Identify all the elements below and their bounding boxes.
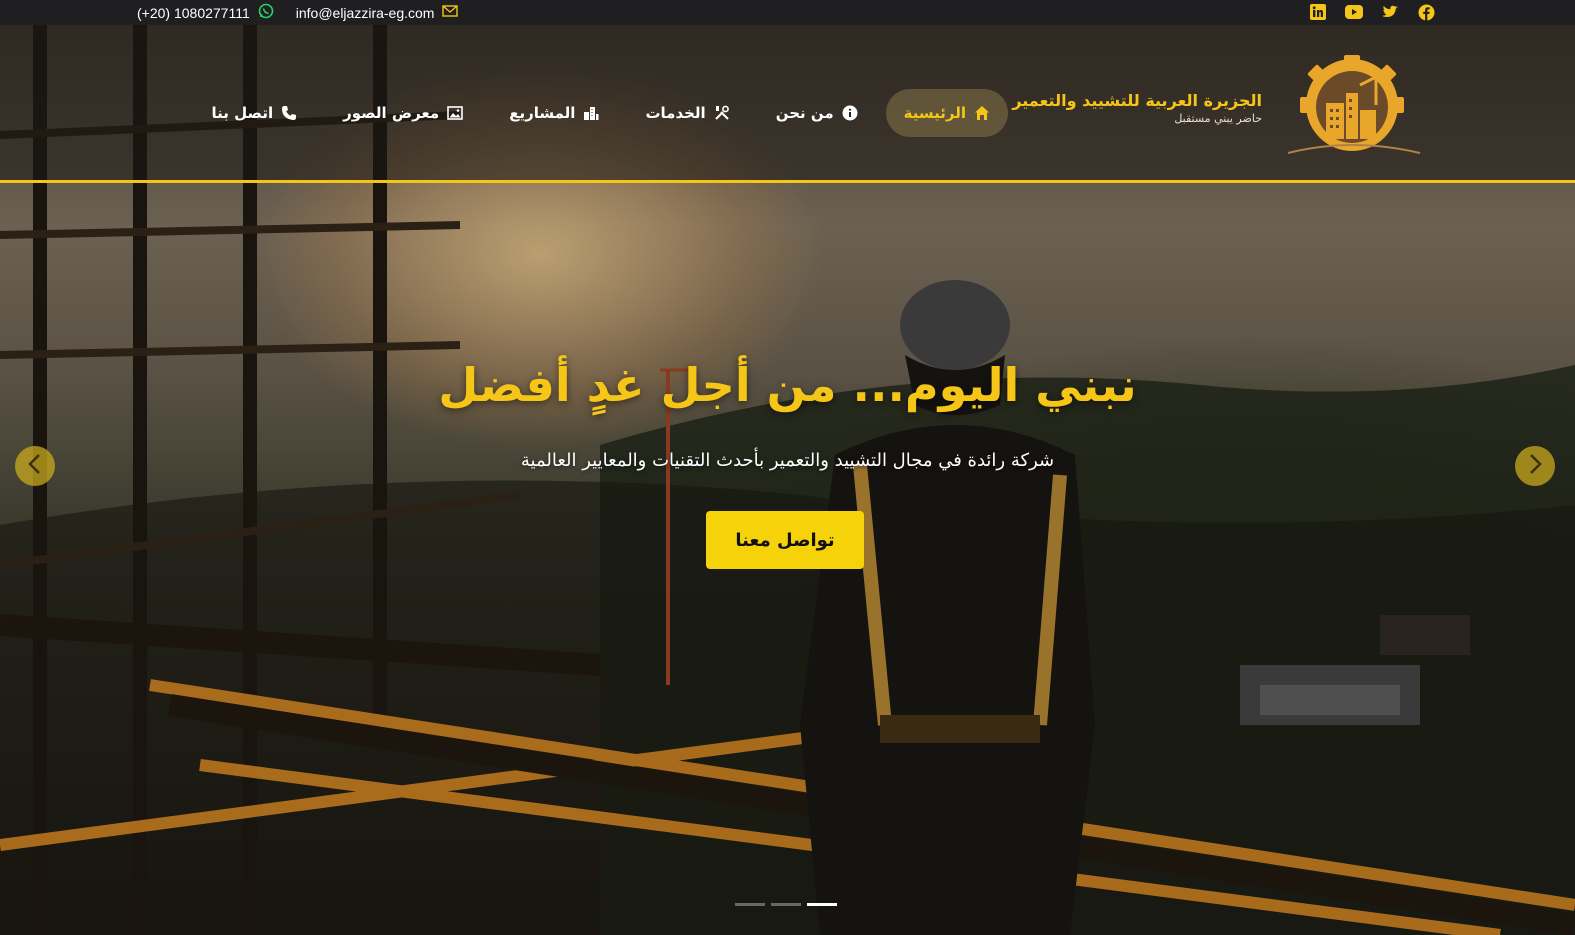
linkedin-icon[interactable]	[1309, 3, 1327, 21]
info-icon	[842, 105, 858, 121]
brand-tagline: حاضر يبني مستقبل	[1174, 111, 1262, 125]
brand-text: الجزيرة العربية للتشييد والتعمير حاضر يب…	[1012, 91, 1262, 125]
nav-services[interactable]: الخدمات	[627, 89, 747, 137]
envelope-icon	[442, 4, 459, 21]
carousel-dot[interactable]	[735, 903, 765, 906]
chevron-left-icon	[27, 453, 43, 479]
nav-gallery[interactable]: معرض الصور	[325, 89, 481, 137]
contact-us-button[interactable]: تواصل معنا	[706, 511, 864, 569]
chevron-right-icon	[1527, 453, 1543, 479]
facebook-icon[interactable]	[1417, 3, 1435, 21]
youtube-icon[interactable]	[1345, 3, 1363, 21]
social-links	[1291, 3, 1435, 21]
tools-icon	[714, 105, 730, 121]
phone-link[interactable]: (+20) 1080277111	[137, 3, 274, 22]
nav-services-label: الخدمات	[645, 104, 706, 122]
nav-about-label: من نحن	[775, 104, 834, 122]
main-nav: الرئيسية من نحن الخدمات المشاريع معرض ال…	[184, 89, 1008, 137]
phone-number: (+20) 1080277111	[137, 4, 250, 21]
nav-home[interactable]: الرئيسية	[885, 89, 1008, 137]
image-icon	[447, 105, 464, 121]
top-contact-bar: (+20) 1080277111 info@eljazzira-eg.com	[0, 0, 1575, 25]
site-header: الجزيرة العربية للتشييد والتعمير حاضر يب…	[0, 25, 1575, 183]
email-address: info@eljazzira-eg.com	[295, 4, 435, 21]
brand[interactable]: الجزيرة العربية للتشييد والتعمير حاضر يب…	[1012, 55, 1425, 166]
hero-subtitle: شركة رائدة في مجال التشييد والتعمير بأحد…	[520, 450, 1055, 471]
whatsapp-icon	[258, 3, 274, 22]
nav-contact-label: اتصل بنا	[211, 104, 274, 122]
carousel-dot[interactable]	[771, 903, 801, 906]
home-icon	[974, 105, 990, 121]
email-link[interactable]: info@eljazzira-eg.com	[296, 4, 459, 21]
nav-gallery-label: معرض الصور	[343, 104, 440, 122]
company-logo	[1280, 55, 1425, 160]
carousel-indicators	[735, 903, 843, 906]
nav-projects-label: المشاريع	[509, 104, 576, 122]
phone-icon	[281, 105, 297, 121]
nav-about[interactable]: من نحن	[758, 89, 876, 137]
buildings-icon	[583, 105, 599, 121]
twitter-icon[interactable]	[1381, 3, 1399, 21]
contact-info: (+20) 1080277111 info@eljazzira-eg.com	[137, 3, 480, 22]
nav-contact[interactable]: اتصل بنا	[194, 89, 316, 137]
carousel-prev-button[interactable]	[15, 446, 55, 486]
hero-title: نبني اليوم... من أجل غدٍ أفضل	[438, 358, 1137, 412]
brand-title: الجزيرة العربية للتشييد والتعمير	[1012, 90, 1262, 110]
nav-projects[interactable]: المشاريع	[491, 89, 617, 137]
carousel-next-button[interactable]	[1515, 446, 1555, 486]
nav-home-label: الرئيسية	[903, 104, 966, 122]
carousel-dot-active[interactable]	[807, 903, 837, 906]
